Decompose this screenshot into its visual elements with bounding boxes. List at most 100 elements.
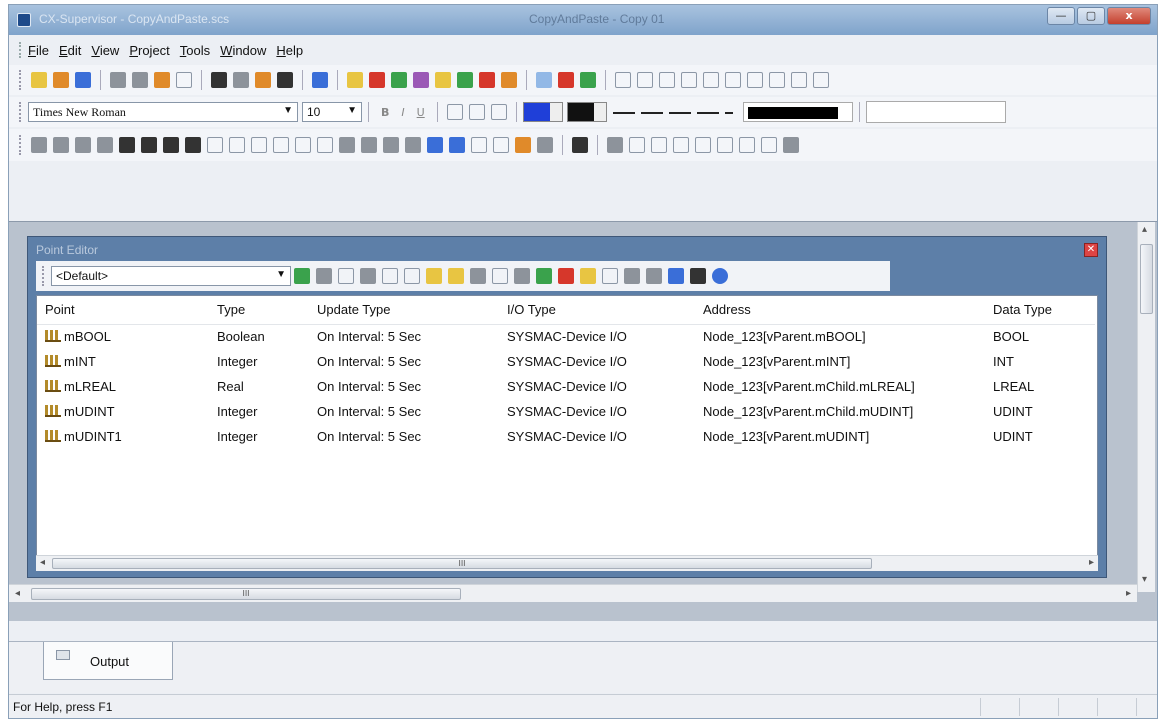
sort-number-icon[interactable] [426,268,442,284]
scatter-graph-icon[interactable] [493,137,509,153]
space-horizontal-icon[interactable] [747,72,763,88]
point-list-horizontal-scrollbar[interactable]: ◂ III ▸ [36,555,1098,571]
tools-icon[interactable] [572,137,588,153]
line-style-select[interactable] [612,102,733,122]
column-header-io-type[interactable]: I/O Type [499,296,695,325]
alarm-viewer-icon[interactable] [515,137,531,153]
scroll-down-icon[interactable]: ▾ [1142,574,1147,585]
edit-control-icon[interactable] [695,137,711,153]
grid-view-icon[interactable] [690,268,706,284]
link-icon[interactable] [514,268,530,284]
point-refs-icon[interactable] [558,268,574,284]
column-header-type[interactable]: Type [209,296,309,325]
align-top-icon[interactable] [681,72,697,88]
table-row[interactable]: mINT Integer On Interval: 5 Sec SYSMAC-D… [37,349,1095,374]
point-usage-icon[interactable] [536,268,552,284]
point-filter-select[interactable]: <Default> ▼ [51,266,291,286]
arrow-right-icon[interactable] [492,268,508,284]
info-icon[interactable] [712,268,728,284]
large-icons-icon[interactable] [602,268,618,284]
pipe-tool-icon[interactable] [339,137,355,153]
align-text-left-icon[interactable] [446,104,463,120]
frame-tool-icon[interactable] [317,137,333,153]
list-view-icon[interactable] [646,268,662,284]
menu-window[interactable]: Window [220,43,266,58]
table-row[interactable]: mUDINT Integer On Interval: 5 Sec SYSMAC… [37,399,1095,424]
close-button[interactable]: x [1107,7,1151,25]
align-bottom-icon[interactable] [725,72,741,88]
minimize-button[interactable]: — [1047,7,1075,25]
alarms-icon[interactable] [369,72,385,88]
script-icon[interactable] [435,72,451,88]
print-icon[interactable] [233,72,249,88]
sort-value-icon[interactable] [448,268,464,284]
align-text-right-icon[interactable] [490,104,507,120]
groupbox-control-icon[interactable] [651,137,667,153]
delete-point-icon[interactable] [316,268,332,284]
spin-control-icon[interactable] [739,137,755,153]
tank-tool-icon[interactable] [361,137,377,153]
picture-tool-icon[interactable] [427,137,443,153]
data-logging-icon[interactable] [391,72,407,88]
run-icon[interactable] [580,72,596,88]
polygon-tool-icon[interactable] [185,137,201,153]
menu-tools[interactable]: Tools [180,43,210,58]
control-select-icon[interactable] [607,137,623,153]
mdi-vertical-scrollbar[interactable]: ▴ ▾ [1137,222,1155,592]
align-text-center-icon[interactable] [468,104,485,120]
paste-icon[interactable] [154,72,170,88]
scroll-thumb[interactable] [1140,244,1153,314]
font-size-select[interactable]: 10 ▼ [302,102,362,122]
recipes-icon[interactable] [479,72,495,88]
align-right-icon[interactable] [659,72,675,88]
arrow-right-icon[interactable] [382,268,398,284]
menu-view[interactable]: View [91,43,119,58]
text-tool-icon[interactable] [53,137,69,153]
scroll-thumb[interactable]: III [31,588,461,600]
bold-button[interactable]: B [381,106,389,119]
scroll-left-icon[interactable]: ◂ [40,557,45,568]
rounded-rectangle-tool-icon[interactable] [141,137,157,153]
table-row[interactable]: mUDINT1 Integer On Interval: 5 Sec SYSMA… [37,424,1095,449]
menu-edit[interactable]: Edit [59,43,81,58]
slider-control-icon[interactable] [761,137,777,153]
align-center-icon[interactable] [637,72,653,88]
bar-tool-icon[interactable] [405,137,421,153]
mdi-horizontal-scrollbar[interactable]: ◂ III ▸ [9,584,1137,602]
undo-icon[interactable] [176,72,192,88]
select-arrow-icon[interactable] [31,137,47,153]
maximize-button[interactable]: ▢ [1077,7,1105,25]
line-color-picker[interactable] [566,102,607,122]
italic-button[interactable]: I [401,106,404,119]
open-icon[interactable] [53,72,69,88]
same-width-icon[interactable] [791,72,807,88]
column-header-update-type[interactable]: Update Type [309,296,499,325]
line-width-select[interactable] [742,102,853,122]
listbox-control-icon[interactable] [717,137,733,153]
find-icon[interactable] [211,72,227,88]
point-io-icon[interactable] [580,268,596,284]
database-icon[interactable] [457,72,473,88]
page-icon[interactable] [536,72,552,88]
ellipse-outline-icon[interactable] [251,137,267,153]
new-icon[interactable] [31,72,47,88]
add-point-icon[interactable] [294,268,310,284]
line-tool-icon[interactable] [97,137,113,153]
align-left-icon[interactable] [615,72,631,88]
stop-icon[interactable] [558,72,574,88]
arc-tool-icon[interactable] [295,137,311,153]
column-header-data-type[interactable]: Data Type [985,296,1095,325]
scroll-thumb[interactable]: III [52,558,872,569]
column-header-point[interactable]: Point [37,296,209,325]
radio-control-icon[interactable] [673,137,689,153]
menu-project[interactable]: Project [129,43,169,58]
context-help-icon[interactable] [277,72,293,88]
scroll-up-icon[interactable]: ▴ [1142,224,1147,235]
trend-graph-icon[interactable] [471,137,487,153]
scroll-right-icon[interactable]: ▸ [1089,557,1094,568]
point-properties-icon[interactable] [338,268,354,284]
rectangle-outline-icon[interactable] [207,137,223,153]
scroll-right-icon[interactable]: ▸ [1126,588,1131,599]
table-row[interactable]: mLREAL Real On Interval: 5 Sec SYSMAC-De… [37,374,1095,399]
align-middle-icon[interactable] [703,72,719,88]
